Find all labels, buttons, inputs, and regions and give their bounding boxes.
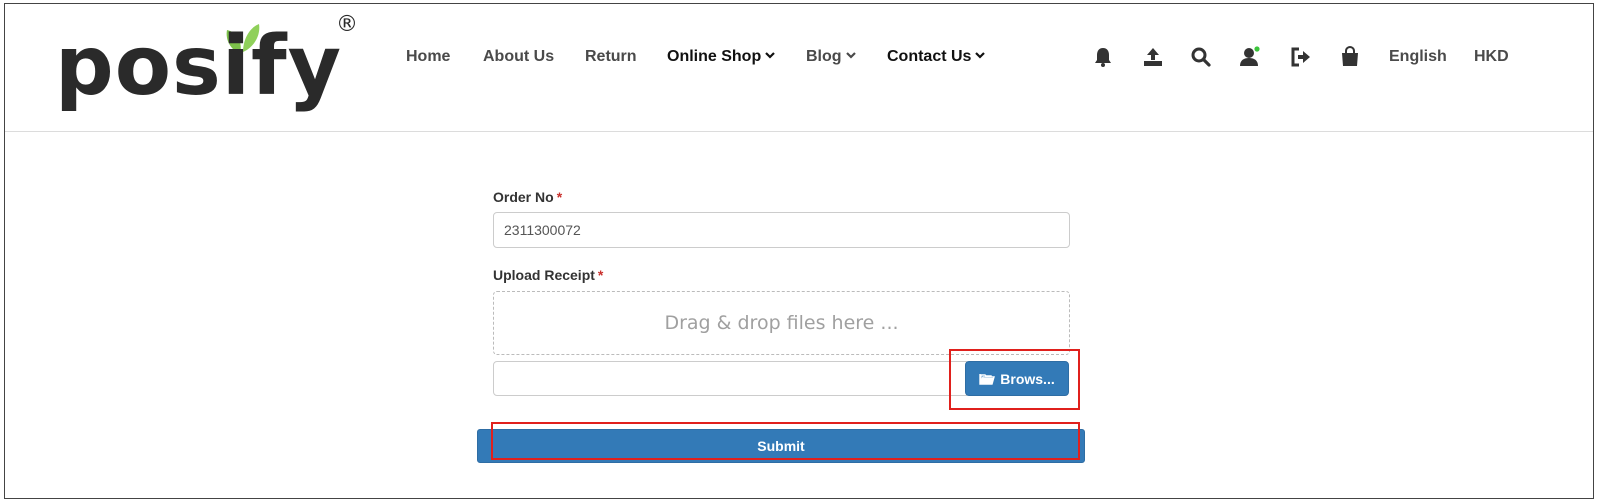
nav-blog[interactable]: Blog <box>806 48 856 66</box>
order-no-input[interactable] <box>493 212 1070 248</box>
upload-receipt-label-text: Upload Receipt <box>493 267 595 283</box>
shopping-bag-icon[interactable] <box>1339 46 1361 68</box>
dropzone-text: Drag & drop files here ... <box>664 312 899 334</box>
required-mark: * <box>556 189 563 205</box>
nav-contact-us-label: Contact Us <box>887 48 972 65</box>
browse-button[interactable]: Brows... <box>965 361 1069 396</box>
chevron-down-icon <box>845 52 856 59</box>
upload-receipt-label: Upload Receipt * <box>493 267 603 283</box>
user-icon[interactable] <box>1239 46 1261 68</box>
file-dropzone[interactable]: Drag & drop files here ... <box>493 291 1070 355</box>
order-no-label-text: Order No <box>493 189 554 205</box>
folder-open-icon <box>979 374 996 385</box>
nav-blog-label: Blog <box>806 48 842 65</box>
nav-home[interactable]: Home <box>406 48 450 66</box>
nav-online-shop-label: Online Shop <box>667 48 762 65</box>
file-name-field[interactable] <box>493 361 967 396</box>
submit-button-label: Submit <box>757 438 805 454</box>
bell-icon[interactable] <box>1092 46 1114 68</box>
nav-online-shop[interactable]: Online Shop <box>667 48 775 66</box>
chevron-down-icon <box>975 52 986 59</box>
required-mark: * <box>597 267 604 283</box>
nav-about-us[interactable]: About Us <box>483 48 554 66</box>
search-icon[interactable] <box>1190 46 1212 68</box>
language-selector[interactable]: English <box>1389 48 1447 66</box>
currency-selector[interactable]: HKD <box>1474 48 1509 66</box>
logout-icon[interactable] <box>1290 46 1312 68</box>
browser-frame: posify ® Home About Us Return Online Sho… <box>4 3 1594 499</box>
nav-return[interactable]: Return <box>585 48 637 66</box>
order-no-label: Order No * <box>493 189 562 205</box>
main-nav: Home About Us Return Online Shop Blog Co… <box>5 4 1593 114</box>
site-header: posify ® Home About Us Return Online Sho… <box>5 4 1593 132</box>
nav-contact-us[interactable]: Contact Us <box>887 48 986 66</box>
upload-icon[interactable] <box>1142 46 1164 68</box>
browse-button-label: Brows... <box>1000 370 1055 387</box>
chevron-down-icon <box>765 52 775 59</box>
submit-button[interactable]: Submit <box>477 429 1085 463</box>
